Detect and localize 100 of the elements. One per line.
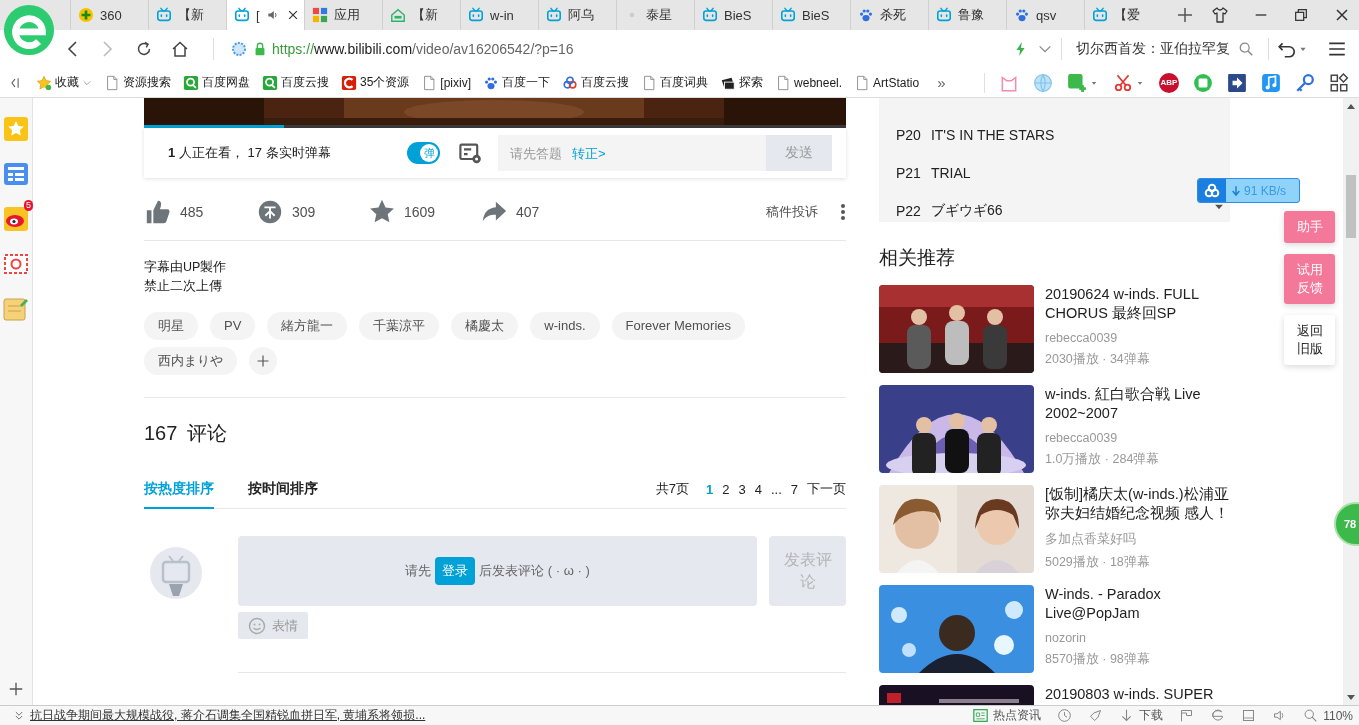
scissors-icon[interactable]: [1113, 72, 1133, 93]
section-heading: 相关推荐: [879, 246, 956, 270]
bookmark[interactable]: [pixiv]: [421, 74, 472, 91]
bookmark[interactable]: 资源搜索: [104, 74, 171, 91]
magnifier-icon: [262, 74, 278, 91]
tv-icon: [780, 7, 796, 23]
plus-square-icon[interactable]: [1067, 72, 1087, 93]
part-title[interactable]: IT'S IN THE STARS: [930, 127, 1055, 143]
comment-box[interactable]: 请先 登录 后发表评论 ( · ω · ): [238, 536, 757, 606]
count-badge: 5: [24, 200, 33, 211]
more-icon[interactable]: [840, 203, 846, 221]
tag[interactable]: PV: [210, 312, 256, 340]
rocket-icon[interactable]: [1088, 708, 1104, 723]
speaker-icon[interactable]: [265, 8, 280, 22]
extension-badge[interactable]: ABP: [1159, 72, 1179, 93]
page-link[interactable]: 4: [754, 481, 762, 497]
status-label[interactable]: 110%: [1323, 708, 1353, 723]
sort-tab[interactable]: 按时间排序: [248, 470, 318, 509]
restore-icon[interactable]: [1293, 7, 1309, 23]
comment-count: 167: [144, 421, 178, 445]
tag[interactable]: 橘慶太: [451, 312, 519, 340]
bookmark[interactable]: 百度网盘: [183, 74, 250, 91]
tv-icon: [468, 7, 484, 23]
add-tag-button[interactable]: [249, 347, 277, 375]
news-icon[interactable]: [973, 708, 989, 723]
list-icon[interactable]: [3, 161, 29, 187]
scroll-thumb[interactable]: [1346, 175, 1356, 238]
status-label[interactable]: 下载: [1139, 707, 1164, 724]
video-title[interactable]: w-inds. 紅白歌合戦 Live 2002~2007: [1045, 385, 1230, 423]
bookmark[interactable]: 百度云搜: [562, 74, 630, 91]
coin-icon[interactable]: [256, 198, 284, 226]
shirt-icon[interactable]: [1211, 6, 1229, 24]
paw-icon: [1014, 7, 1030, 23]
bookmark[interactable]: 百度词典: [641, 74, 709, 91]
eye-icon[interactable]: [3, 206, 29, 232]
reload-icon[interactable]: [135, 40, 153, 58]
bookmark[interactable]: 收藏: [36, 74, 92, 91]
tv-icon: [936, 7, 952, 23]
flag-icon[interactable]: [1179, 708, 1195, 723]
speed-text: 91 KB/s: [1244, 183, 1287, 198]
window-icon[interactable]: [1241, 708, 1257, 723]
search-icon[interactable]: [1303, 708, 1319, 723]
tag[interactable]: w-inds.: [530, 312, 600, 340]
page-icon: [854, 74, 871, 91]
bookmark[interactable]: ArtStatio: [854, 74, 920, 91]
tag[interactable]: 明星: [144, 312, 198, 340]
bookmark[interactable]: 探索: [720, 74, 764, 91]
status-label[interactable]: 热点资讯: [993, 707, 1042, 724]
address-field[interactable]: https://www.bilibili.com/video/av16206542/?p=16: [222, 34, 1013, 64]
tag[interactable]: 千葉涼平: [359, 312, 440, 340]
video-title[interactable]: W-inds. - Paradox Live@PopJam: [1045, 585, 1230, 623]
bookmark[interactable]: webneel.: [775, 74, 843, 91]
envelope-icon[interactable]: [3, 251, 29, 277]
music-icon[interactable]: [1261, 72, 1281, 93]
plus-icon: [256, 354, 270, 368]
stat-count: 485: [180, 204, 204, 220]
browser-tab[interactable]: [: [226, 0, 304, 30]
tag[interactable]: 西内まりや: [144, 347, 237, 375]
settings-icon[interactable]: [458, 141, 482, 165]
part-number: P20: [896, 127, 921, 143]
paw-icon: [483, 74, 500, 91]
tag[interactable]: 緒方龍一: [267, 312, 348, 340]
part-title[interactable]: ブギウギ66: [930, 202, 1003, 220]
page-icon: [775, 74, 792, 91]
browser-e-icon[interactable]: [1210, 708, 1226, 723]
bookmark[interactable]: 35个资源: [341, 74, 410, 91]
news-link[interactable]: 抗日战争期间最大规模战役, 蒋介石调集全国精锐血拼日军, 黄埔系将领损...: [30, 707, 426, 724]
video-title[interactable]: 20190803 w-inds. SUPER: [1045, 685, 1214, 704]
home-icon[interactable]: [171, 40, 189, 58]
page-link[interactable]: 3: [738, 481, 746, 497]
video-title[interactable]: [饭制]橘庆太(w-inds.)松浦亚弥夫妇结婚纪念视频 感人！: [1045, 485, 1230, 523]
video-title[interactable]: 20190624 w-inds. FULL CHORUS 最終回SP: [1045, 285, 1230, 323]
plus-badge-icon: [78, 7, 94, 23]
smiley-icon: [248, 616, 266, 635]
apps-icon[interactable]: [1329, 72, 1349, 93]
rings-icon: [562, 74, 579, 91]
next-page-link[interactable]: 下一页: [807, 480, 846, 498]
report-link[interactable]: 稿件投诉: [766, 203, 818, 221]
page-icon: [421, 74, 438, 91]
house-icon: [390, 7, 406, 23]
side-button[interactable]: 返回旧版: [1284, 315, 1335, 365]
book-icon[interactable]: [1193, 72, 1213, 93]
collapse-icon[interactable]: [8, 75, 22, 90]
bookmark[interactable]: 百度一下: [483, 74, 551, 91]
arrow-square-icon[interactable]: [1227, 72, 1247, 93]
key-icon[interactable]: [1295, 72, 1315, 93]
plus-icon[interactable]: [1176, 6, 1194, 24]
more-bookmarks-button[interactable]: »: [937, 74, 946, 91]
notepad-icon[interactable]: [3, 296, 29, 322]
search-field[interactable]: 切尔西首发：亚伯拉罕复: [1070, 34, 1260, 64]
page-icon: [641, 74, 658, 91]
clock-icon[interactable]: [1057, 708, 1073, 723]
plus-icon[interactable]: [8, 681, 24, 697]
page-link[interactable]: 7: [790, 481, 798, 497]
thumbs-up-icon[interactable]: [144, 198, 172, 226]
tag[interactable]: Forever Memories: [611, 312, 745, 340]
page-link[interactable]: 2: [722, 481, 730, 497]
part-title[interactable]: TRIAL: [930, 165, 971, 181]
grid-icon: [312, 7, 328, 23]
bookmark[interactable]: 百度云搜: [262, 74, 329, 91]
